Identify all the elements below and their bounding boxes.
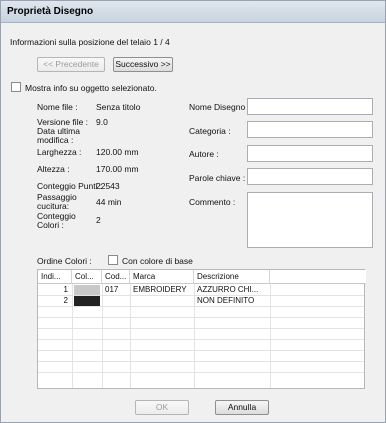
height-label: Altezza : — [37, 164, 70, 174]
stitch-count-value: 22543 — [96, 181, 120, 191]
design-name-input[interactable] — [247, 98, 373, 115]
sewing-time-label-2: cucitura: — [37, 201, 70, 211]
width-value: 120.00 mm — [96, 147, 139, 157]
next-button[interactable]: Successivo >> — [113, 57, 173, 72]
color-count-label-2: Colori : — [37, 220, 64, 230]
show-selected-checkbox[interactable] — [11, 82, 21, 92]
design-name-label: Nome Disegno : — [189, 102, 250, 112]
author-label: Autore : — [189, 149, 219, 159]
frame-position-value: 1 / 4 — [153, 37, 170, 47]
stitch-count-label: Conteggio Punti : — [37, 181, 103, 191]
width-label: Larghezza : — [37, 147, 82, 157]
table-row-1-index: 1 — [63, 285, 68, 294]
table-row-1-brand: EMBROIDERY — [133, 285, 187, 294]
height-value: 170.00 mm — [96, 164, 139, 174]
sewing-time-value: 44 min — [96, 197, 122, 207]
version-value: 9.0 — [96, 117, 108, 127]
ok-button[interactable]: OK — [135, 400, 189, 415]
color-count-value: 2 — [96, 215, 101, 225]
previous-button[interactable]: << Precedente — [37, 57, 105, 72]
base-color-label: Con colore di base — [122, 256, 193, 266]
author-input[interactable] — [247, 145, 373, 162]
show-selected-label: Mostra info su oggetto selezionato. — [25, 83, 157, 93]
base-color-checkbox[interactable] — [108, 255, 118, 265]
column-header-index[interactable]: Indi... — [38, 270, 72, 284]
table-row-1-color-swatch — [74, 285, 100, 295]
dialog-title: Proprietà Disegno — [1, 1, 385, 23]
comment-textarea[interactable] — [247, 192, 373, 248]
cancel-button[interactable]: Annulla — [215, 400, 269, 415]
column-header-brand[interactable]: Marca — [130, 270, 194, 284]
file-name-value: Senza titolo — [96, 102, 141, 112]
keywords-input[interactable] — [247, 168, 373, 185]
keywords-label: Parole chiave : — [189, 173, 246, 183]
comment-label: Commento : — [189, 197, 236, 207]
frame-position-info: Informazioni sulla posizione del telaio … — [10, 37, 170, 47]
category-input[interactable] — [247, 121, 373, 138]
file-name-label: Nome file : — [37, 102, 78, 112]
color-order-label: Ordine Colori : — [37, 256, 92, 266]
design-properties-dialog: Proprietà Disegno Informazioni sulla pos… — [0, 0, 386, 423]
column-header-empty — [270, 270, 366, 284]
table-row-2-index: 2 — [63, 296, 68, 305]
column-header-description[interactable]: Descrizione — [194, 270, 270, 284]
table-row-1-code: 017 — [105, 285, 119, 294]
last-modified-label-2: modifica : — [37, 135, 74, 145]
category-label: Categoria : — [189, 126, 231, 136]
color-order-table[interactable]: Indi... Col... Cod... Marca Descrizione … — [37, 269, 366, 389]
table-row-1-description: AZZURRO CHI... — [197, 285, 259, 294]
table-row-2-color-swatch — [74, 296, 100, 306]
column-header-code[interactable]: Cod... — [102, 270, 130, 284]
frame-position-label: Informazioni sulla posizione del telaio — [10, 37, 151, 47]
column-header-color[interactable]: Col... — [72, 270, 102, 284]
table-row-2-description: NON DEFINITO — [197, 296, 255, 305]
